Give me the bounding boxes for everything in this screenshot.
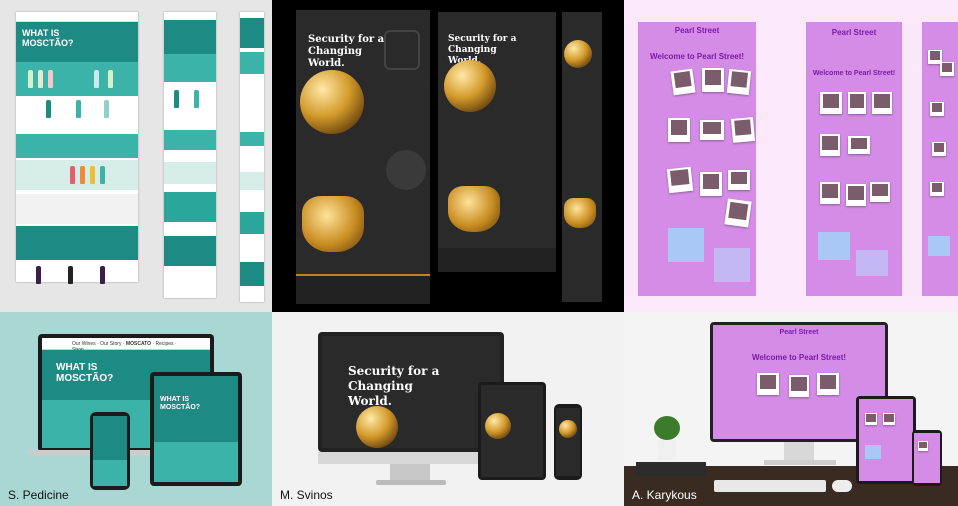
nav-item[interactable]: Recipes	[155, 341, 173, 347]
pearl-pages-panel: Pearl Street Welcome to Pearl Street! Pe…	[624, 0, 958, 312]
tablet-mockup	[478, 382, 546, 480]
security-desktop-page: Security for a Changing World.	[296, 10, 430, 304]
monitor-welcome: Welcome to Pearl Street!	[751, 353, 847, 362]
phone-mockup	[554, 404, 582, 480]
pearl-site-title: Pearl Street	[674, 26, 720, 35]
security-tablet-page: Security for a Changing World.	[438, 12, 556, 272]
globe-icon	[564, 40, 592, 68]
pearl-tablet-title: Pearl Street	[831, 28, 877, 37]
designer-credit: M. Svinos	[280, 488, 333, 502]
security-devices-panel: Security for a Changing World. M. Svinos	[272, 312, 624, 506]
pearl-tablet-page: Pearl Street Welcome to Pearl Street!	[806, 22, 902, 296]
moscato-hero-title: WHAT IS MOSCTÃO?	[22, 28, 74, 48]
phone-mockup	[912, 430, 942, 486]
nav-item[interactable]: Our Story	[100, 341, 121, 347]
pearl-mobile-page	[922, 22, 958, 296]
globe-icon	[300, 70, 364, 134]
plant	[646, 416, 686, 462]
keyboard	[714, 480, 826, 492]
moscato-nav: Our Wines · Our Story · MOSCATO · Recipe…	[42, 338, 210, 353]
security-mobile-page	[562, 12, 602, 302]
laptop-hero-title: WHAT IS MOSCTÃO?	[56, 362, 114, 384]
brand-logo[interactable]: MOSCATO	[126, 341, 151, 347]
tablet-mockup: WHAT IS MOSCTÃO?	[150, 372, 242, 486]
pearl-desktop-page: Pearl Street Welcome to Pearl Street!	[638, 22, 756, 296]
pearl-welcome-heading: Welcome to Pearl Street!	[649, 52, 745, 61]
book-stack	[636, 462, 706, 476]
moscato-devices-panel: Our Wines · Our Story · MOSCATO · Recipe…	[0, 312, 272, 506]
moscato-desktop-page: WHAT IS MOSCTÃO?	[16, 12, 138, 284]
police-badge-icon	[564, 198, 596, 228]
monitor-hero-title: Security for a Changing World.	[348, 364, 440, 408]
globe-icon	[444, 60, 496, 112]
police-badge-icon	[448, 186, 500, 232]
police-badge-icon	[302, 196, 364, 252]
phone-mockup	[90, 412, 130, 490]
moscato-pages-panel: WHAT IS MOSCTÃO?	[0, 0, 272, 312]
mouse	[832, 480, 852, 492]
security-pages-panel: Security for a Changing World. Security …	[272, 0, 624, 312]
moscato-mobile-page	[240, 12, 264, 302]
moscato-tablet-page	[164, 12, 216, 298]
monitor-site-title: Pearl Street	[779, 329, 819, 336]
pearl-tablet-welcome: Welcome to Pearl Street!	[812, 70, 896, 77]
pearl-devices-panel: Pearl Street Welcome to Pearl Street! A.…	[624, 312, 958, 506]
designer-credit: A. Karykous	[632, 488, 697, 502]
security-hero-title: Security for a Changing World.	[308, 34, 385, 69]
tablet-hero-title: WHAT IS MOSCTÃO?	[160, 396, 201, 411]
monitor-mockup: Security for a Changing World.	[318, 332, 504, 452]
tablet-mockup	[856, 396, 916, 484]
designer-credit: S. Pedicine	[8, 488, 69, 502]
